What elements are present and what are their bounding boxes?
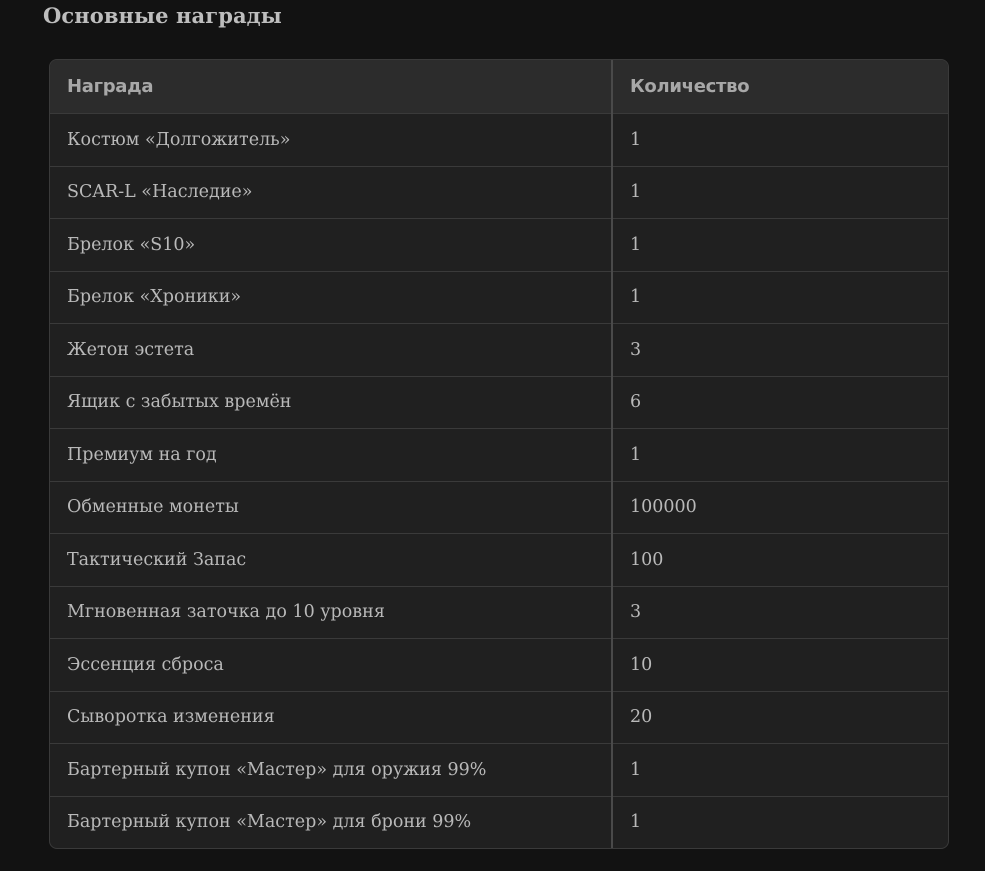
reward-quantity: 6 [611, 376, 948, 429]
header-row: Награда Количество [50, 60, 948, 114]
rewards-table-container: Награда Количество Костюм «Долгожитель» … [49, 59, 949, 849]
reward-name: Сыворотка изменения [50, 691, 612, 744]
table-row: Ящик с забытых времён 6 [50, 376, 948, 429]
header-reward: Награда [50, 60, 612, 114]
table-row: Бартерный купон «Мастер» для брони 99% 1 [50, 796, 948, 848]
table-row: Брелок «Хроники» 1 [50, 271, 948, 324]
table-row: Тактический Запас 100 [50, 533, 948, 587]
reward-name: Брелок «Хроники» [50, 271, 612, 324]
header-quantity: Количество [611, 60, 948, 114]
table-row: Премиум на год 1 [50, 428, 948, 482]
reward-name: Премиум на год [50, 428, 612, 482]
rewards-table: Награда Количество Костюм «Долгожитель» … [50, 60, 948, 848]
table-row: Обменные монеты 100000 [50, 481, 948, 534]
reward-name: Брелок «S10» [50, 218, 612, 272]
reward-quantity: 1 [611, 743, 948, 797]
table-row: Эссенция сброса 10 [50, 638, 948, 692]
reward-quantity: 100 [611, 533, 948, 587]
reward-quantity: 3 [611, 586, 948, 639]
reward-quantity: 1 [611, 218, 948, 272]
reward-name: Бартерный купон «Мастер» для брони 99% [67, 812, 472, 833]
reward-name: Костюм «Долгожитель» [50, 113, 612, 167]
table-row: Костюм «Долгожитель» 1 [50, 113, 948, 167]
reward-name: Тактический Запас [50, 533, 612, 587]
reward-name: Обменные монеты [50, 481, 612, 534]
reward-name: Эссенция сброса [50, 638, 612, 692]
table-row: Брелок «S10» 1 [50, 218, 948, 272]
table-row: SCAR-L «Наследие» 1 [50, 166, 948, 219]
reward-name: SCAR-L «Наследие» [50, 166, 612, 219]
reward-quantity: 1 [611, 796, 948, 848]
reward-quantity: 1 [611, 428, 948, 482]
table-row: Жетон эстета 3 [50, 323, 948, 377]
table-row: Мгновенная заточка до 10 уровня 3 [50, 586, 948, 639]
reward-quantity: 20 [611, 691, 948, 744]
reward-quantity: 1 [611, 113, 948, 167]
reward-name: Ящик с забытых времён [50, 376, 612, 429]
reward-quantity: 10 [611, 638, 948, 692]
table-row: Сыворотка изменения 20 [50, 691, 948, 744]
reward-name: Жетон эстета [50, 323, 612, 377]
table-header: Награда Количество [50, 60, 948, 114]
reward-quantity: 3 [611, 323, 948, 377]
reward-name: Бартерный купон «Мастер» для оружия 99% [50, 743, 612, 797]
reward-quantity: 100000 [611, 481, 948, 534]
reward-name: Мгновенная заточка до 10 уровня [50, 586, 612, 639]
table-row: Бартерный купон «Мастер» для оружия 99% … [50, 743, 948, 797]
section-title: Основные награды [43, 3, 282, 28]
reward-quantity: 1 [611, 166, 948, 219]
table-body: Костюм «Долгожитель» 1 SCAR-L «Наследие»… [50, 113, 948, 848]
reward-quantity: 1 [611, 271, 948, 324]
